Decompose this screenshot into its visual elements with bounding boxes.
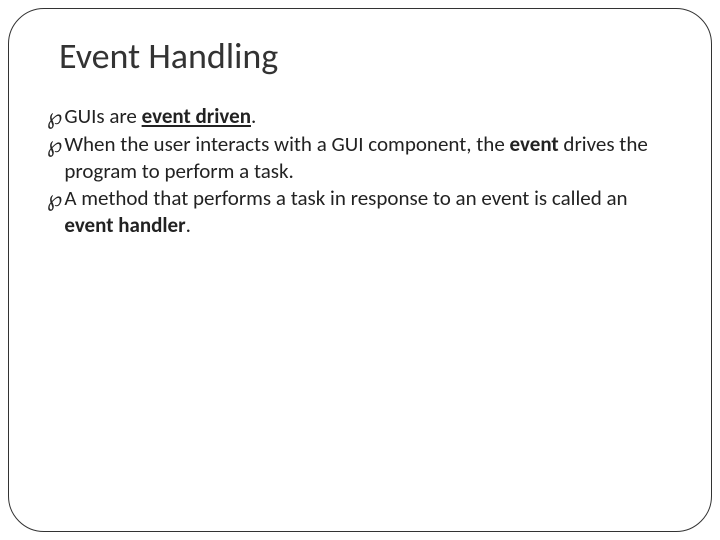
text-segment: event handler [64,212,185,238]
bullet-marker-icon: ℘ [47,103,62,131]
slide-frame: Event Handling ℘GUIs are event driven.℘W… [8,8,712,532]
bullet-item: ℘A method that performs a task in respon… [47,185,681,239]
bullet-text: A method that performs a task in respons… [64,185,681,239]
bullet-item: ℘GUIs are event driven. [47,103,681,131]
text-segment: When the user interacts with a GUI compo… [64,131,509,157]
bullet-marker-icon: ℘ [47,185,62,213]
text-segment: event driven [142,103,251,129]
text-segment: event [510,131,559,157]
bullet-item: ℘When the user interacts with a GUI comp… [47,131,681,185]
bullet-marker-icon: ℘ [47,131,62,159]
slide-title: Event Handling [59,34,681,78]
text-segment: . [251,103,256,129]
text-segment: . [186,212,191,238]
text-segment: GUIs are [64,103,141,129]
bullet-text: GUIs are event driven. [64,103,681,130]
bullet-list: ℘GUIs are event driven.℘When the user in… [47,103,681,239]
text-segment: A method that performs a task in respons… [64,185,627,211]
bullet-text: When the user interacts with a GUI compo… [64,131,681,185]
